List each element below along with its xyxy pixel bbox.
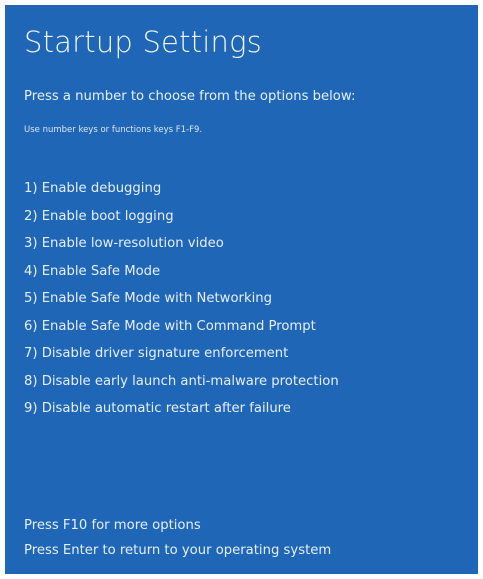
option-enable-boot-logging[interactable]: 2) Enable boot logging	[24, 203, 339, 231]
return-to-os-prompt[interactable]: Press Enter to return to your operating …	[24, 538, 331, 563]
option-disable-early-launch-anti-malware[interactable]: 8) Disable early launch anti-malware pro…	[24, 368, 339, 396]
option-disable-automatic-restart[interactable]: 9) Disable automatic restart after failu…	[24, 395, 339, 423]
startup-settings-screen: Startup Settings Press a number to choos…	[5, 5, 478, 574]
option-enable-safe-mode[interactable]: 4) Enable Safe Mode	[24, 258, 339, 286]
page-title: Startup Settings	[24, 25, 262, 59]
more-options-prompt[interactable]: Press F10 for more options	[24, 513, 331, 538]
option-disable-driver-signature-enforcement[interactable]: 7) Disable driver signature enforcement	[24, 340, 339, 368]
option-enable-low-resolution-video[interactable]: 3) Enable low-resolution video	[24, 230, 339, 258]
footer: Press F10 for more options Press Enter t…	[24, 513, 331, 563]
instructions-text: Press a number to choose from the option…	[24, 89, 356, 104]
option-enable-debugging[interactable]: 1) Enable debugging	[24, 175, 339, 203]
option-enable-safe-mode-command-prompt[interactable]: 6) Enable Safe Mode with Command Prompt	[24, 313, 339, 341]
key-hint-text: Use number keys or functions keys F1-F9.	[24, 125, 203, 135]
startup-options-list: 1) Enable debugging 2) Enable boot loggi…	[24, 175, 339, 423]
option-enable-safe-mode-networking[interactable]: 5) Enable Safe Mode with Networking	[24, 285, 339, 313]
